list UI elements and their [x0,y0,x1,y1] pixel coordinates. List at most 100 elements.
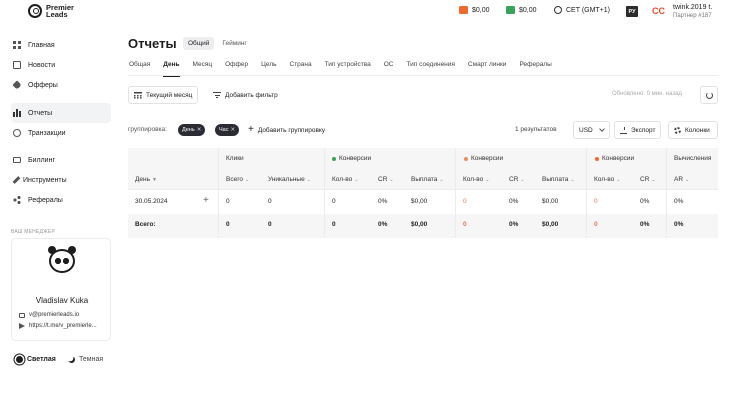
manager-email: v@premierleads.io [29,312,80,318]
logo[interactable]: Premier Leads [28,4,96,18]
column-c2-payout[interactable]: Выплата ⌄ [542,176,575,183]
user-name: twink.2019 t. [673,4,713,11]
column-unique[interactable]: Уникальные ⌄ [268,176,311,183]
column-c2-count[interactable]: Кол-во ⌄ [463,176,489,183]
tab-os[interactable]: ОС [384,56,394,76]
sort-icon: ⌄ [354,177,359,183]
manager-section-label: ВАШ МЕНЕДЖЕР [11,229,55,235]
theme-dark-label: Темная [79,356,104,363]
segment-general[interactable]: Общий [183,37,215,50]
balance-orange[interactable]: $0,00 [459,6,490,14]
tab-device-type[interactable]: Тип устройства [325,56,371,76]
theme-dark-option[interactable]: Темная [68,356,103,363]
table-row: 30.05.2024 + 0 0 0 0% $0,00 0 0% $0,00 0… [128,191,718,213]
tab-goal[interactable]: Цель [261,56,276,76]
close-icon[interactable]: ✕ [197,127,202,133]
column-ar[interactable]: AR ⌄ [674,176,689,183]
column-label: День [135,176,150,183]
sidebar-item-transactions[interactable]: Транзакции [11,123,111,143]
timezone-selector[interactable]: CET (GMT+1) [554,6,610,14]
column-divider [666,148,667,238]
column-divider [324,148,325,238]
currency-select[interactable]: USD [573,121,610,139]
export-button[interactable]: Экспорт [614,121,662,139]
tab-day[interactable]: День [163,56,180,77]
expand-plus-icon[interactable]: + [203,195,209,206]
group-label: Клики [226,155,244,162]
column-c3-count[interactable]: Кол-во ⌄ [594,176,620,183]
grouping-chip-hour[interactable]: Час ✕ [215,124,240,136]
sort-icon: ⌄ [306,177,311,183]
column-c3-cr[interactable]: CR ⌄ [640,176,656,183]
tab-country[interactable]: Страна [290,56,312,76]
cell-c3-count: 0 [594,221,598,228]
calendar-icon [134,91,142,99]
language-flag: РУ [626,6,638,17]
group-label: Вычисления [674,155,712,162]
tab-referrals[interactable]: Рефералы [519,56,551,76]
user-menu[interactable]: twink.2019 t. Партнер #187 [673,4,712,20]
tab-offer[interactable]: Оффер [225,56,248,76]
news-icon [13,61,21,69]
columns-label: Колонки [685,126,710,134]
add-filter-button[interactable]: Добавить фильтр [208,86,283,104]
tag-icon [12,80,22,90]
grouping-chip-day[interactable]: День ✕ [178,124,206,136]
column-label: Уникальные [268,176,305,183]
cell-c2-payout: $0,00 [542,198,559,205]
sort-icon: ⌄ [685,177,690,183]
cell-c2-cr: 0% [509,221,519,228]
balance-green[interactable]: $0,00 [506,6,537,14]
refresh-button[interactable] [700,86,718,104]
cell-c3-cr: 0% [640,198,650,205]
table-group-header: Клики Конверсии Конверсии Конверсии Вычи… [128,148,718,170]
tab-general[interactable]: Общая [129,56,150,76]
period-button[interactable]: Текущий месяц [128,86,199,104]
language-selector[interactable]: РУ [626,6,638,17]
sidebar-item-offers[interactable]: Офферы [11,75,111,95]
sidebar-item-billing[interactable]: Биллинг [11,150,111,170]
column-c1-payout[interactable]: Выплата ⌄ [411,176,444,183]
column-day[interactable]: День ▼ [135,176,157,183]
tab-smart-links[interactable]: Смарт линки [468,56,507,76]
tab-month[interactable]: Месяц [193,56,213,76]
export-label: Экспорт [631,126,656,134]
wallet-icon [459,6,468,14]
status-dot-icon [332,156,336,161]
theme-light-option[interactable]: Светлая [16,356,56,363]
sidebar-item-tools[interactable]: Инструменты [11,170,111,190]
report-type-switch: Общий Гейминг [183,37,252,50]
column-label: AR [674,176,684,183]
sort-icon: ⌄ [520,177,525,183]
column-c1-cr[interactable]: CR ⌄ [378,176,394,183]
add-grouping-button[interactable]: + Добавить группировку [243,121,331,139]
manager-telegram-link[interactable]: https://t.me/v_premierle... [19,323,97,329]
column-divider [218,148,219,238]
close-icon[interactable]: ✕ [230,127,235,133]
column-c1-count[interactable]: Кол-во ⌄ [332,176,358,183]
column-label: Выплата [542,176,569,183]
sidebar-item-news[interactable]: Новости [11,55,111,75]
column-total[interactable]: Всего ⌄ [226,176,249,183]
sidebar-item-reports[interactable]: Отчеты [11,103,111,123]
column-label: Выплата [411,176,438,183]
columns-button[interactable]: Колонки [668,121,718,139]
tab-connection-type[interactable]: Тип соединения [407,56,455,76]
sidebar-item-label: Отчеты [28,109,53,117]
chip-label: Час [219,127,229,133]
cell-c1-count: 0 [332,221,336,228]
sidebar-item-home[interactable]: Главная [11,35,111,55]
sun-icon [16,356,23,363]
transactions-icon [13,129,21,137]
group-conversions-3: Конверсии [595,155,634,162]
referrals-icon [13,196,21,204]
cell-c2-cr: 0% [509,198,519,205]
column-label: CR [640,176,650,183]
column-c2-cr[interactable]: CR ⌄ [509,176,525,183]
gear-icon [674,126,681,134]
user-partner-id: Партнер #187 [673,13,712,19]
segment-gaming[interactable]: Гейминг [217,37,251,50]
manager-email-link[interactable]: v@premierleads.io [19,312,79,318]
sidebar-item-referrals[interactable]: Рефералы [11,190,111,210]
table-total-row: Всего: 0 0 0 0% $0,00 0 0% $0,00 0 0% 0% [128,214,718,238]
